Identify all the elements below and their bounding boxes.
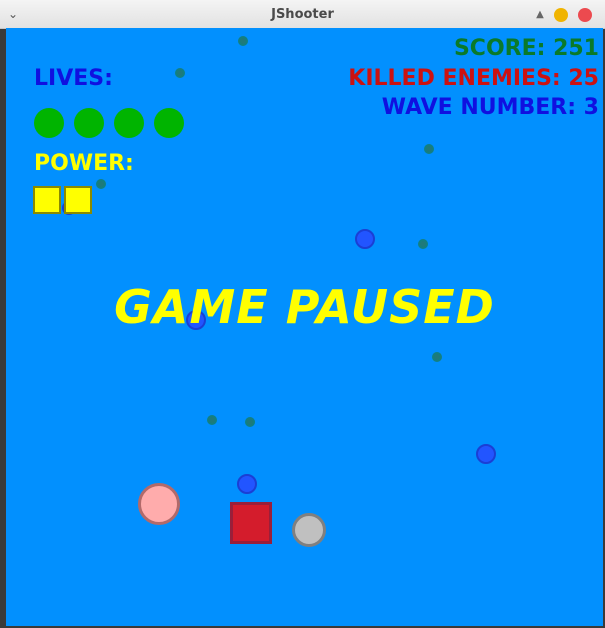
killed-enemies-label: KILLED ENEMIES: 25 (348, 66, 599, 91)
power-cell (64, 186, 92, 214)
grey-ball (292, 513, 326, 547)
particle (245, 417, 255, 427)
minimize-button[interactable] (554, 8, 568, 22)
lives-label: LIVES: (34, 66, 113, 91)
game-canvas[interactable]: SCORE: 251 KILLED ENEMIES: 25 WAVE NUMBE… (6, 28, 603, 626)
game-paused-message: GAME PAUSED (114, 280, 495, 334)
enemy (476, 444, 496, 464)
close-button[interactable] (578, 8, 592, 22)
enemy (237, 474, 257, 494)
particle (96, 179, 106, 189)
life-indicator (34, 108, 64, 138)
particle (207, 415, 217, 425)
particle (238, 36, 248, 46)
power-cell (33, 186, 61, 214)
enemy (355, 229, 375, 249)
player-ship (230, 502, 272, 544)
life-indicator (74, 108, 104, 138)
particle (418, 239, 428, 249)
pink-ball (138, 483, 180, 525)
maximize-icon[interactable]: ▲ (534, 6, 546, 22)
title-bar: ⌄ JShooter ▲ (0, 0, 605, 29)
life-indicator (154, 108, 184, 138)
app-window: ⌄ JShooter ▲ SCORE: 251 KILLED ENEMIES: … (0, 0, 605, 628)
wave-number-label: WAVE NUMBER: 3 (381, 95, 599, 120)
particle (175, 68, 185, 78)
particle (424, 144, 434, 154)
power-label: POWER: (34, 151, 134, 176)
life-indicator (114, 108, 144, 138)
window-title: JShooter (271, 7, 334, 22)
particle (432, 352, 442, 362)
score-label: SCORE: 251 (453, 36, 599, 61)
